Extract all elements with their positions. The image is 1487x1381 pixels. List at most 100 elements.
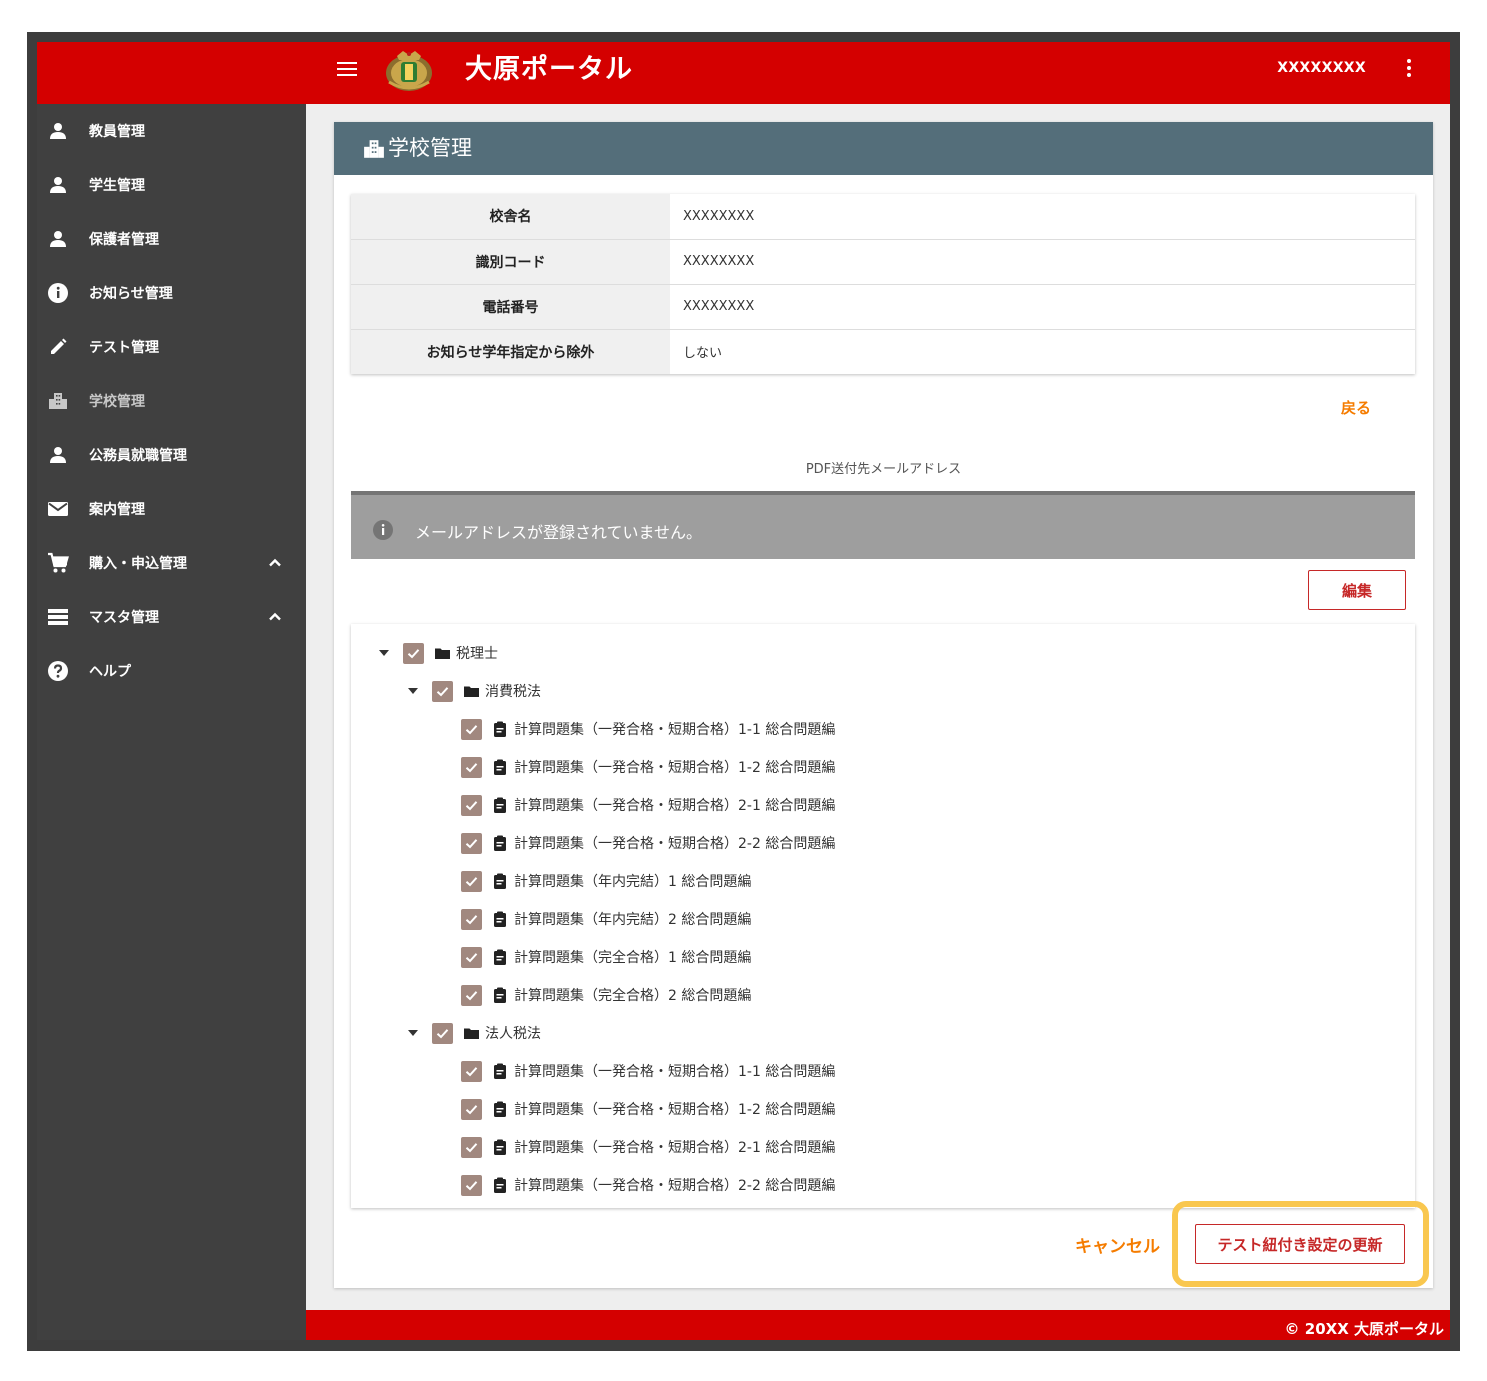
sidebar-item-purchases[interactable]: 購入・申込管理	[37, 538, 306, 588]
tree-item[interactable]: 計算問題集（年内完結）1 総合問題編	[452, 866, 751, 896]
checkbox[interactable]	[432, 1022, 453, 1044]
sidebar-item-students[interactable]: 学生管理	[37, 160, 306, 210]
row-value: XXXXXXXX	[683, 254, 755, 269]
sidebar-item-master[interactable]: マスタ管理	[37, 592, 306, 642]
tree-item[interactable]: 計算問題集（一発合格・短期合格）2-1 総合問題編	[452, 1132, 835, 1162]
crest-logo[interactable]	[383, 48, 435, 94]
checkbox[interactable]	[461, 1174, 482, 1196]
tree-label: 計算問題集（完全合格）1 総合問題編	[514, 950, 752, 966]
sidebar-item-help[interactable]: ヘルプ	[37, 646, 306, 696]
table-row: お知らせ学年指定から除外 しない	[351, 329, 1415, 374]
sidebar-item-notices[interactable]: お知らせ管理	[37, 268, 306, 318]
card-header: 学校管理	[334, 122, 1433, 175]
checkbox[interactable]	[461, 870, 482, 892]
clipboard-icon	[492, 797, 508, 813]
hamburger-menu-icon[interactable]	[335, 58, 359, 82]
tree-label: 計算問題集（一発合格・短期合格）1-2 総合問題編	[514, 1102, 836, 1118]
folder-icon	[434, 645, 450, 661]
pencil-icon	[46, 335, 70, 359]
list-icon	[46, 605, 70, 629]
sidebar-item-guides[interactable]: 案内管理	[37, 484, 306, 534]
chevron-up-icon[interactable]	[266, 554, 284, 572]
tree-label: 計算問題集（年内完結）1 総合問題編	[514, 874, 752, 890]
row-label: 識別コード	[351, 239, 670, 284]
tree-item[interactable]: 計算問題集（一発合格・短期合格）2-2 総合問題編	[452, 828, 835, 858]
person-icon	[46, 119, 70, 143]
row-value: しない	[683, 346, 723, 362]
checkbox[interactable]	[461, 984, 482, 1006]
tree-item[interactable]: 計算問題集（一発合格・短期合格）2-2 総合問題編	[452, 1170, 835, 1200]
sidebar-item-label: 案内管理	[89, 502, 145, 518]
expand-caret-icon[interactable]	[403, 1023, 423, 1043]
checkbox[interactable]	[461, 1098, 482, 1120]
sidebar-item-label: ヘルプ	[89, 664, 131, 680]
tree-item[interactable]: 計算問題集（年内完結）2 総合問題編	[452, 904, 751, 934]
tree-label: 計算問題集（一発合格・短期合格）1-1 総合問題編	[514, 722, 836, 738]
checkbox[interactable]	[432, 680, 453, 702]
folder-icon	[463, 683, 479, 699]
checkbox[interactable]	[461, 1060, 482, 1082]
info-icon	[372, 519, 394, 541]
checkbox[interactable]	[461, 908, 482, 930]
school-info-table: 校舎名 XXXXXXXX 識別コード XXXXXXXX 電話番号 XXXXXXX…	[351, 194, 1415, 374]
tree-label: 計算問題集（完全合格）2 総合問題編	[514, 988, 752, 1004]
building-icon	[363, 138, 385, 160]
tree-item[interactable]: 計算問題集（完全合格）2 総合問題編	[452, 980, 751, 1010]
checkbox[interactable]	[461, 832, 482, 854]
checkbox[interactable]	[461, 946, 482, 968]
tree-folder[interactable]: 法人税法	[403, 1018, 541, 1048]
back-link[interactable]: 戻る	[1341, 397, 1371, 418]
checkbox[interactable]	[403, 642, 424, 664]
more-vert-icon[interactable]	[1402, 56, 1416, 84]
no-email-alert: メールアドレスが登録されていません。	[351, 491, 1415, 559]
tree-item[interactable]: 計算問題集（一発合格・短期合格）1-1 総合問題編	[452, 1056, 835, 1086]
row-value: XXXXXXXX	[683, 299, 755, 314]
person-icon	[46, 173, 70, 197]
tree-label: 計算問題集（一発合格・短期合格）1-2 総合問題編	[514, 760, 836, 776]
tree-item[interactable]: 計算問題集（一発合格・短期合格）1-2 総合問題編	[452, 1094, 835, 1124]
tree-item[interactable]: 計算問題集（一発合格・短期合格）2-1 総合問題編	[452, 790, 835, 820]
sidebar-item-civil-service[interactable]: 公務員就職管理	[37, 430, 306, 480]
row-label: 校舎名	[351, 194, 670, 239]
expand-caret-icon[interactable]	[403, 681, 423, 701]
tree-item[interactable]: 計算問題集（一発合格・短期合格）1-2 総合問題編	[452, 752, 835, 782]
app-root: 大原ポータル XXXXXXXX 教員管理 学生管理 保護者管理 お知らせ管理 テ…	[37, 42, 1450, 1340]
checkbox[interactable]	[461, 756, 482, 778]
sidebar-item-teachers[interactable]: 教員管理	[37, 106, 306, 156]
user-name[interactable]: XXXXXXXX	[1277, 60, 1366, 76]
info-icon	[46, 281, 70, 305]
tree-label: 消費税法	[485, 684, 541, 700]
edit-button[interactable]: 編集	[1308, 570, 1406, 610]
sidebar: 教員管理 学生管理 保護者管理 お知らせ管理 テスト管理 学校管理 公務員就職管…	[37, 104, 306, 1340]
checkbox[interactable]	[461, 718, 482, 740]
sidebar-item-guardians[interactable]: 保護者管理	[37, 214, 306, 264]
person-icon	[46, 227, 70, 251]
clipboard-icon	[492, 721, 508, 737]
tree-item[interactable]: 計算問題集（完全合格）1 総合問題編	[452, 942, 751, 972]
checkbox[interactable]	[461, 794, 482, 816]
tree-folder[interactable]: 消費税法	[403, 676, 541, 706]
tree-item[interactable]: 計算問題集（一発合格・短期合格）1-1 総合問題編	[452, 714, 835, 744]
table-row: 識別コード XXXXXXXX	[351, 239, 1415, 284]
cancel-button[interactable]: キャンセル	[1075, 1232, 1160, 1257]
folder-icon	[463, 1025, 479, 1041]
chevron-up-icon[interactable]	[266, 608, 284, 626]
tree-label: 計算問題集（一発合格・短期合格）2-1 総合問題編	[514, 798, 836, 814]
sidebar-item-label: 保護者管理	[89, 232, 159, 248]
footer: © 20XX 大原ポータル	[306, 1310, 1450, 1340]
sidebar-item-school[interactable]: 学校管理	[37, 376, 306, 426]
expand-caret-icon[interactable]	[374, 643, 394, 663]
table-row: 校舎名 XXXXXXXX	[351, 194, 1415, 239]
clipboard-icon	[492, 1139, 508, 1155]
tree-folder[interactable]: 税理士	[374, 638, 498, 668]
update-test-link-button[interactable]: テスト紐付き設定の更新	[1195, 1224, 1405, 1264]
clipboard-icon	[492, 1063, 508, 1079]
sidebar-item-tests[interactable]: テスト管理	[37, 322, 306, 372]
pdf-email-section-label: PDF送付先メールアドレス	[805, 462, 962, 477]
checkbox[interactable]	[461, 1136, 482, 1158]
help-icon	[46, 659, 70, 683]
sidebar-item-label: 教員管理	[89, 124, 145, 140]
sidebar-item-label: マスタ管理	[89, 610, 159, 626]
clipboard-icon	[492, 1101, 508, 1117]
row-value: XXXXXXXX	[683, 208, 755, 224]
